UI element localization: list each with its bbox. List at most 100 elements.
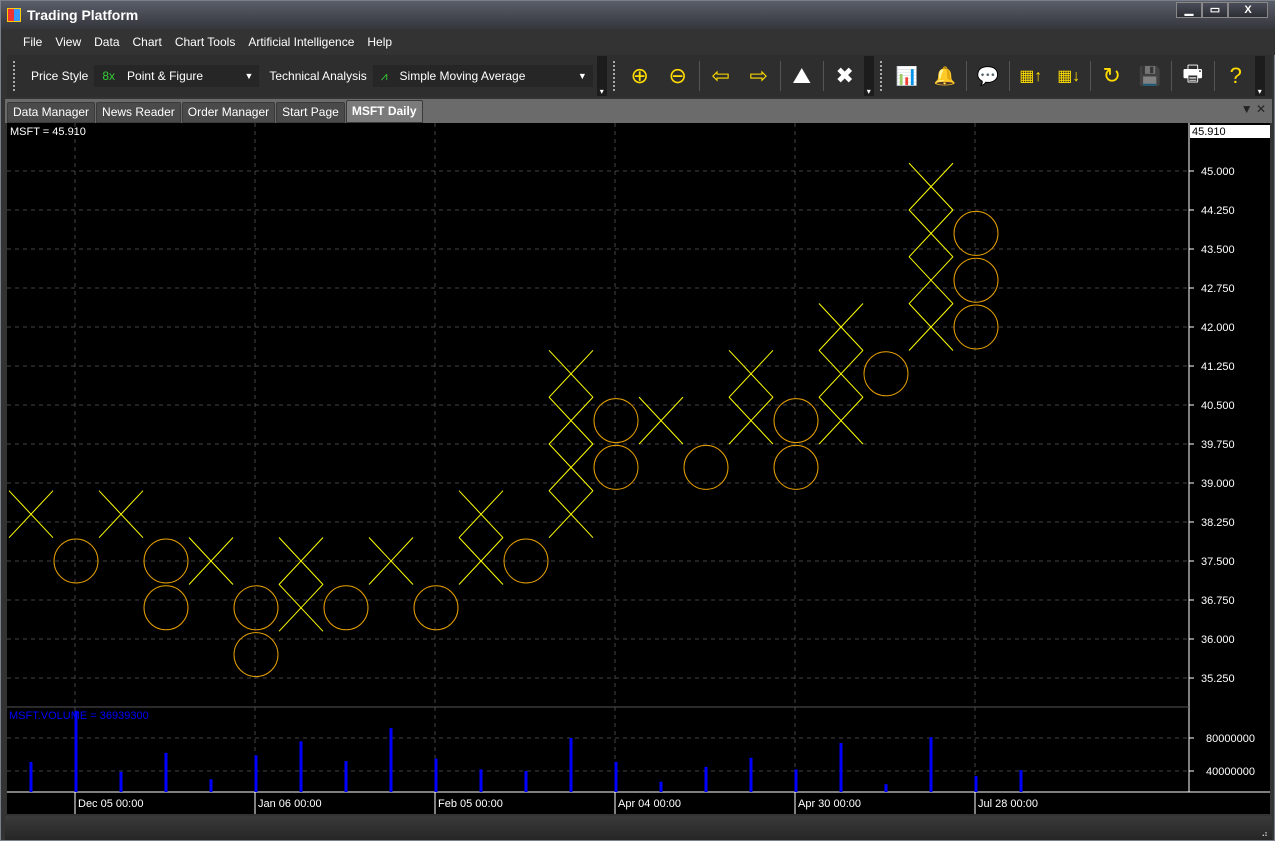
volume-bar	[524, 771, 528, 792]
tab-news-reader[interactable]: News Reader	[96, 102, 181, 123]
chevron-down-icon: ▼	[577, 71, 587, 81]
chart-canvas[interactable]: Dec 05 00:00 Jan 06 00:00 Feb 05 00:00 Apr …	[7, 123, 1270, 814]
o-column	[503, 538, 549, 584]
x-column	[278, 537, 324, 632]
tab-close-button[interactable]: ✕	[1256, 102, 1266, 116]
toolbar-overflow[interactable]: ▾	[596, 56, 607, 96]
time-label: Dec 05 00:00	[78, 798, 143, 810]
x-column	[638, 396, 684, 445]
o-column	[233, 585, 279, 678]
price-label: 37.500	[1201, 556, 1235, 568]
toolbar-grip[interactable]	[879, 61, 882, 91]
message-icon[interactable]: 💬	[970, 58, 1006, 94]
o-column	[413, 585, 459, 631]
x-column	[908, 162, 954, 351]
time-label: Apr 30 00:00	[798, 798, 861, 810]
arrow-right-icon[interactable]: ⇨	[741, 58, 777, 94]
technical-analysis-value: Simple Moving Average	[399, 69, 526, 83]
price-label: 45.000	[1201, 166, 1235, 178]
o-box	[143, 585, 189, 631]
x-column	[818, 303, 864, 445]
resize-grip[interactable]: ⣠	[1261, 826, 1268, 837]
price-style-label: Price Style	[31, 69, 89, 83]
price-label: 42.750	[1201, 283, 1235, 295]
menu-view[interactable]: View	[55, 35, 81, 49]
candlestick-chart-icon[interactable]: 📊	[889, 58, 925, 94]
x-box	[98, 490, 144, 539]
zoom-out-icon[interactable]: ⊖	[660, 58, 696, 94]
o-box	[413, 585, 459, 631]
technical-analysis-dropdown[interactable]: ⩘ Simple Moving Average ▼	[372, 65, 593, 87]
tab-list-dropdown[interactable]: ▼	[1241, 102, 1253, 116]
arrow-left-icon[interactable]: ⇦	[703, 58, 739, 94]
save-icon[interactable]: 💾	[1132, 58, 1168, 94]
price-label: 43.500	[1201, 244, 1235, 256]
price-label: 40.500	[1201, 400, 1235, 412]
volume-bar	[704, 766, 708, 792]
price-label: 39.000	[1201, 478, 1235, 490]
price-style-dropdown[interactable]: 8x Point & Figure ▼	[94, 65, 260, 87]
tab-start-page[interactable]: Start Page	[276, 102, 345, 123]
pnf-chart[interactable]: Dec 05 00:00 Jan 06 00:00 Feb 05 00:00 Apr …	[7, 123, 1270, 814]
o-box	[953, 257, 999, 303]
volume-bar	[434, 758, 438, 792]
volume-bar	[569, 738, 573, 792]
time-label: Feb 05 00:00	[438, 798, 503, 810]
window-title: Trading Platform	[27, 7, 139, 23]
price-label: 35.250	[1201, 673, 1235, 685]
main-window: Trading Platform ▁ ▭ X File View Data Ch…	[0, 0, 1275, 841]
export-data-icon[interactable]: ▦↓	[1051, 58, 1087, 94]
menu-chart[interactable]: Chart	[133, 35, 162, 49]
x-box	[908, 256, 954, 305]
time-label: Apr 04 00:00	[618, 798, 681, 810]
x-box	[818, 349, 864, 398]
x-box	[278, 583, 324, 632]
toolbar-overflow[interactable]: ▾	[1254, 56, 1265, 96]
chart-overlay-icon[interactable]: ⛰	[784, 58, 820, 94]
alert-bell-icon[interactable]: 🔔	[927, 58, 963, 94]
delete-icon[interactable]: ✖	[827, 58, 863, 94]
menu-help[interactable]: Help	[367, 35, 392, 49]
x-column	[728, 349, 774, 445]
print-icon[interactable]: 🖶	[1175, 58, 1211, 94]
o-box	[773, 398, 819, 444]
menu-artificial-intelligence[interactable]: Artificial Intelligence	[248, 35, 354, 49]
toolbar-grip[interactable]	[13, 61, 15, 91]
volume-bar	[389, 728, 393, 792]
toolbar-overflow[interactable]: ▾	[863, 56, 874, 96]
volume-axis-label: 80000000	[1206, 733, 1255, 745]
zoom-in-icon[interactable]: ⊕	[622, 58, 658, 94]
x-box	[278, 537, 324, 585]
tab-order-manager[interactable]: Order Manager	[181, 102, 276, 123]
open-file-icon[interactable]: ↻	[1094, 58, 1130, 94]
o-column	[53, 538, 99, 584]
x-box	[638, 396, 684, 445]
minimize-button[interactable]: ▁	[1176, 2, 1202, 18]
o-column	[773, 398, 819, 490]
menu-data[interactable]: Data	[94, 35, 119, 49]
o-box	[863, 351, 909, 397]
volume-bar	[74, 710, 78, 792]
maximize-button[interactable]: ▭	[1202, 2, 1228, 18]
help-globe-icon[interactable]: ?	[1218, 58, 1254, 94]
x-column	[458, 490, 504, 585]
menu-chart-tools[interactable]: Chart Tools	[175, 35, 235, 49]
menu-file[interactable]: File	[23, 35, 42, 49]
volume-bar	[479, 769, 483, 792]
technical-analysis-label: Technical Analysis	[269, 69, 367, 83]
tab-msft-daily[interactable]: MSFT Daily	[345, 100, 423, 123]
toolbar: Price Style 8x Point & Figure ▼ Technica…	[7, 55, 1272, 97]
last-price-label: 45.910	[1192, 126, 1226, 138]
volume-bar	[659, 781, 663, 792]
volume-bar	[299, 741, 303, 792]
price-label: 42.000	[1201, 322, 1235, 334]
volume-legend: MSFT.VOLUME = 36939300	[9, 710, 149, 722]
close-button[interactable]: X	[1228, 2, 1268, 18]
o-box	[503, 538, 549, 584]
tab-data-manager[interactable]: Data Manager	[7, 102, 96, 123]
import-data-icon[interactable]: ▦↑	[1013, 58, 1049, 94]
volume-bar	[749, 757, 753, 792]
x-box	[728, 349, 774, 398]
x-box	[818, 396, 864, 445]
toolbar-grip[interactable]	[612, 61, 615, 91]
